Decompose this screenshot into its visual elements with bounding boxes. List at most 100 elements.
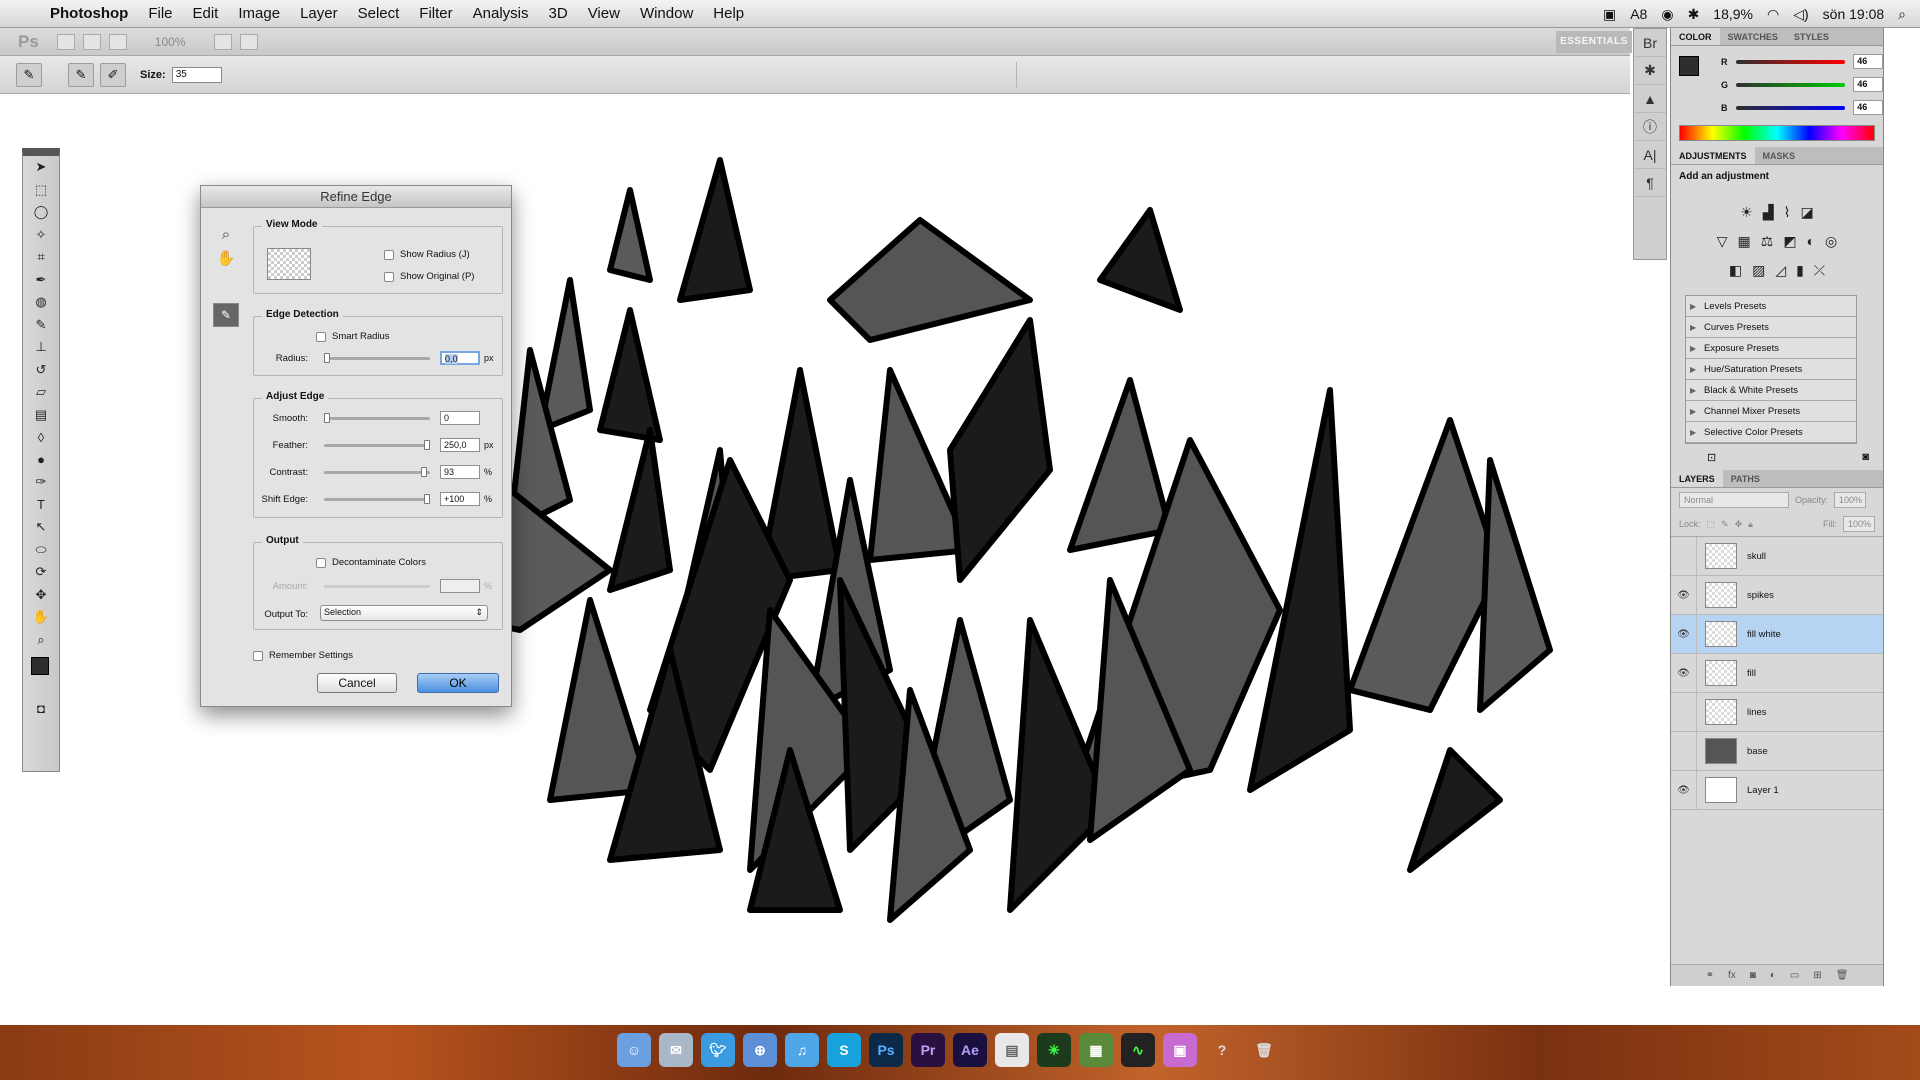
color-spectrum[interactable] bbox=[1679, 125, 1875, 141]
minecraft-icon[interactable]: ▦ bbox=[1079, 1033, 1113, 1067]
feather-slider[interactable] bbox=[324, 440, 430, 450]
menu-layer[interactable]: Layer bbox=[290, 5, 348, 22]
shift-edge-input[interactable]: +100 bbox=[440, 492, 480, 506]
screen-mode-icon[interactable] bbox=[239, 33, 258, 50]
contrast-slider[interactable] bbox=[324, 467, 430, 477]
lasso-tool-icon[interactable]: ◯ bbox=[23, 201, 59, 224]
move-tool-icon[interactable]: ➤ bbox=[23, 156, 59, 179]
foreground-color-swatch[interactable] bbox=[1679, 56, 1699, 76]
layer-row[interactable]: lines bbox=[1671, 693, 1883, 732]
pen-tool-icon[interactable]: ✑ bbox=[23, 471, 59, 494]
preset-black-white[interactable]: Black & White Presets bbox=[1686, 380, 1856, 401]
exposure-icon[interactable]: ◪ bbox=[1800, 204, 1813, 221]
path-selection-tool-icon[interactable]: ↖ bbox=[23, 516, 59, 539]
posterize-icon[interactable]: ▨ bbox=[1752, 262, 1765, 279]
lock-image-icon[interactable]: ✎ bbox=[1721, 519, 1729, 530]
after-effects-icon[interactable]: Ae bbox=[953, 1033, 987, 1067]
tab-adjustments[interactable]: ADJUSTMENTS bbox=[1671, 147, 1755, 164]
remember-settings-checkbox[interactable]: Remember Settings bbox=[253, 650, 353, 661]
green-value-input[interactable]: 46 bbox=[1853, 77, 1883, 92]
mini-bridge-icon[interactable] bbox=[82, 33, 101, 50]
tab-masks[interactable]: MASKS bbox=[1755, 147, 1804, 164]
menu-analysis[interactable]: Analysis bbox=[463, 5, 539, 22]
tab-swatches[interactable]: SWATCHES bbox=[1720, 28, 1786, 45]
preset-exposure[interactable]: Exposure Presets bbox=[1686, 338, 1856, 359]
view-mode-preview[interactable] bbox=[267, 248, 311, 280]
blur-tool-icon[interactable]: ◊ bbox=[23, 426, 59, 449]
lock-transparent-icon[interactable]: ⬚ bbox=[1707, 519, 1716, 530]
radius-input[interactable]: 0,0 bbox=[440, 351, 480, 365]
clock[interactable]: sön 19:08 bbox=[1823, 6, 1885, 22]
trash-icon[interactable]: 🗑︎ bbox=[1247, 1033, 1281, 1067]
premiere-icon[interactable]: Pr bbox=[911, 1033, 945, 1067]
new-adjustment-icon[interactable]: ◐ bbox=[1770, 970, 1776, 981]
healing-brush-tool-icon[interactable]: ◍ bbox=[23, 291, 59, 314]
bluetooth-icon[interactable]: ✱ bbox=[1688, 6, 1700, 23]
activity-monitor-icon[interactable]: ∿ bbox=[1121, 1033, 1155, 1067]
zoom-level[interactable]: 100% bbox=[155, 35, 186, 49]
lock-all-icon[interactable]: 🔒︎ bbox=[1748, 519, 1753, 530]
history-brush-tool-icon[interactable]: ↺ bbox=[23, 359, 59, 382]
quick-selection-tool-icon[interactable]: ✧ bbox=[23, 224, 59, 247]
volume-icon[interactable]: ◁) bbox=[1793, 6, 1808, 23]
character-icon[interactable]: A| bbox=[1634, 141, 1666, 169]
eraser-tool-icon[interactable]: ▱ bbox=[23, 381, 59, 404]
visibility-toggle[interactable] bbox=[1671, 537, 1697, 575]
radius-slider[interactable] bbox=[324, 353, 430, 363]
preset-channel-mixer[interactable]: Channel Mixer Presets bbox=[1686, 401, 1856, 422]
menu-window[interactable]: Window bbox=[630, 5, 703, 22]
hand-tool-icon[interactable]: ✋ bbox=[23, 606, 59, 629]
layer-style-icon[interactable]: fx bbox=[1728, 970, 1736, 981]
smart-radius-checkbox[interactable]: Smart Radius bbox=[316, 331, 390, 342]
layer-row[interactable]: 👁︎ fill bbox=[1671, 654, 1883, 693]
smooth-input[interactable]: 0 bbox=[440, 411, 480, 425]
eyedropper-tool-icon[interactable]: ✒ bbox=[23, 269, 59, 292]
ok-button[interactable]: OK bbox=[417, 673, 499, 693]
view-extras-icon[interactable] bbox=[108, 33, 127, 50]
invert-icon[interactable]: ◧ bbox=[1729, 262, 1742, 279]
launch-bridge-icon[interactable] bbox=[56, 33, 75, 50]
threshold-icon[interactable]: ◿ bbox=[1775, 262, 1786, 279]
visibility-toggle[interactable] bbox=[1671, 693, 1697, 731]
menu-3d[interactable]: 3D bbox=[539, 5, 578, 22]
fill-input[interactable]: 100% bbox=[1843, 516, 1875, 532]
tool-preset-picker[interactable]: ✎ bbox=[16, 62, 42, 87]
brightness-contrast-icon[interactable]: ☀ bbox=[1740, 204, 1753, 221]
preset-levels[interactable]: Levels Presets bbox=[1686, 296, 1856, 317]
smooth-slider[interactable] bbox=[324, 413, 430, 423]
gradient-tool-icon[interactable]: ▤ bbox=[23, 404, 59, 427]
output-to-select[interactable]: Selection ⇕ bbox=[320, 605, 488, 621]
black-white-icon[interactable]: ◩ bbox=[1783, 233, 1796, 250]
arrange-documents-icon[interactable] bbox=[213, 33, 232, 50]
preset-curves[interactable]: Curves Presets bbox=[1686, 317, 1856, 338]
menu-app-name[interactable]: Photoshop bbox=[40, 5, 138, 22]
battery-percent[interactable]: 18,9% bbox=[1713, 6, 1753, 22]
erase-refinements-tool-icon[interactable]: ✐ bbox=[100, 62, 126, 87]
photoshop-icon[interactable]: Ps bbox=[869, 1033, 903, 1067]
curves-icon[interactable]: ⌇ bbox=[1784, 204, 1791, 221]
hue-saturation-icon[interactable]: ▦ bbox=[1738, 233, 1751, 250]
contrast-input[interactable]: 93 bbox=[440, 465, 480, 479]
color-balance-icon[interactable]: ⚖ bbox=[1761, 233, 1774, 250]
help-icon[interactable]: ? bbox=[1205, 1033, 1239, 1067]
clone-stamp-tool-icon[interactable]: ⊥ bbox=[23, 336, 59, 359]
eye-icon[interactable]: 👁︎ bbox=[1671, 654, 1697, 692]
sync-icon[interactable]: ◉ bbox=[1661, 6, 1673, 23]
decontaminate-checkbox[interactable]: Decontaminate Colors bbox=[316, 557, 426, 568]
amount-input[interactable] bbox=[440, 579, 480, 593]
layer-row[interactable]: base bbox=[1671, 732, 1883, 771]
3d-orbit-tool-icon[interactable]: ✥ bbox=[23, 584, 59, 607]
trash-icon[interactable]: 🗑︎ bbox=[1836, 970, 1849, 981]
camera-icon[interactable]: ▣ bbox=[1603, 6, 1616, 23]
photo-filter-icon[interactable]: ◐ bbox=[1807, 233, 1815, 250]
amount-slider[interactable] bbox=[324, 585, 430, 588]
mini-bridge-icon[interactable]: Br bbox=[1634, 29, 1666, 57]
blend-mode-select[interactable]: Normal bbox=[1679, 492, 1789, 508]
eye-icon[interactable]: 👁︎ bbox=[1671, 615, 1697, 653]
camera-icon[interactable]: ◙ bbox=[1862, 451, 1869, 463]
blue-value-input[interactable]: 46 bbox=[1853, 100, 1883, 115]
refine-radius-brush-icon[interactable]: ✎ bbox=[213, 303, 239, 327]
zoom-icon[interactable]: ⌕ bbox=[213, 226, 239, 243]
menu-help[interactable]: Help bbox=[703, 5, 754, 22]
mail-icon[interactable]: ✉ bbox=[659, 1033, 693, 1067]
